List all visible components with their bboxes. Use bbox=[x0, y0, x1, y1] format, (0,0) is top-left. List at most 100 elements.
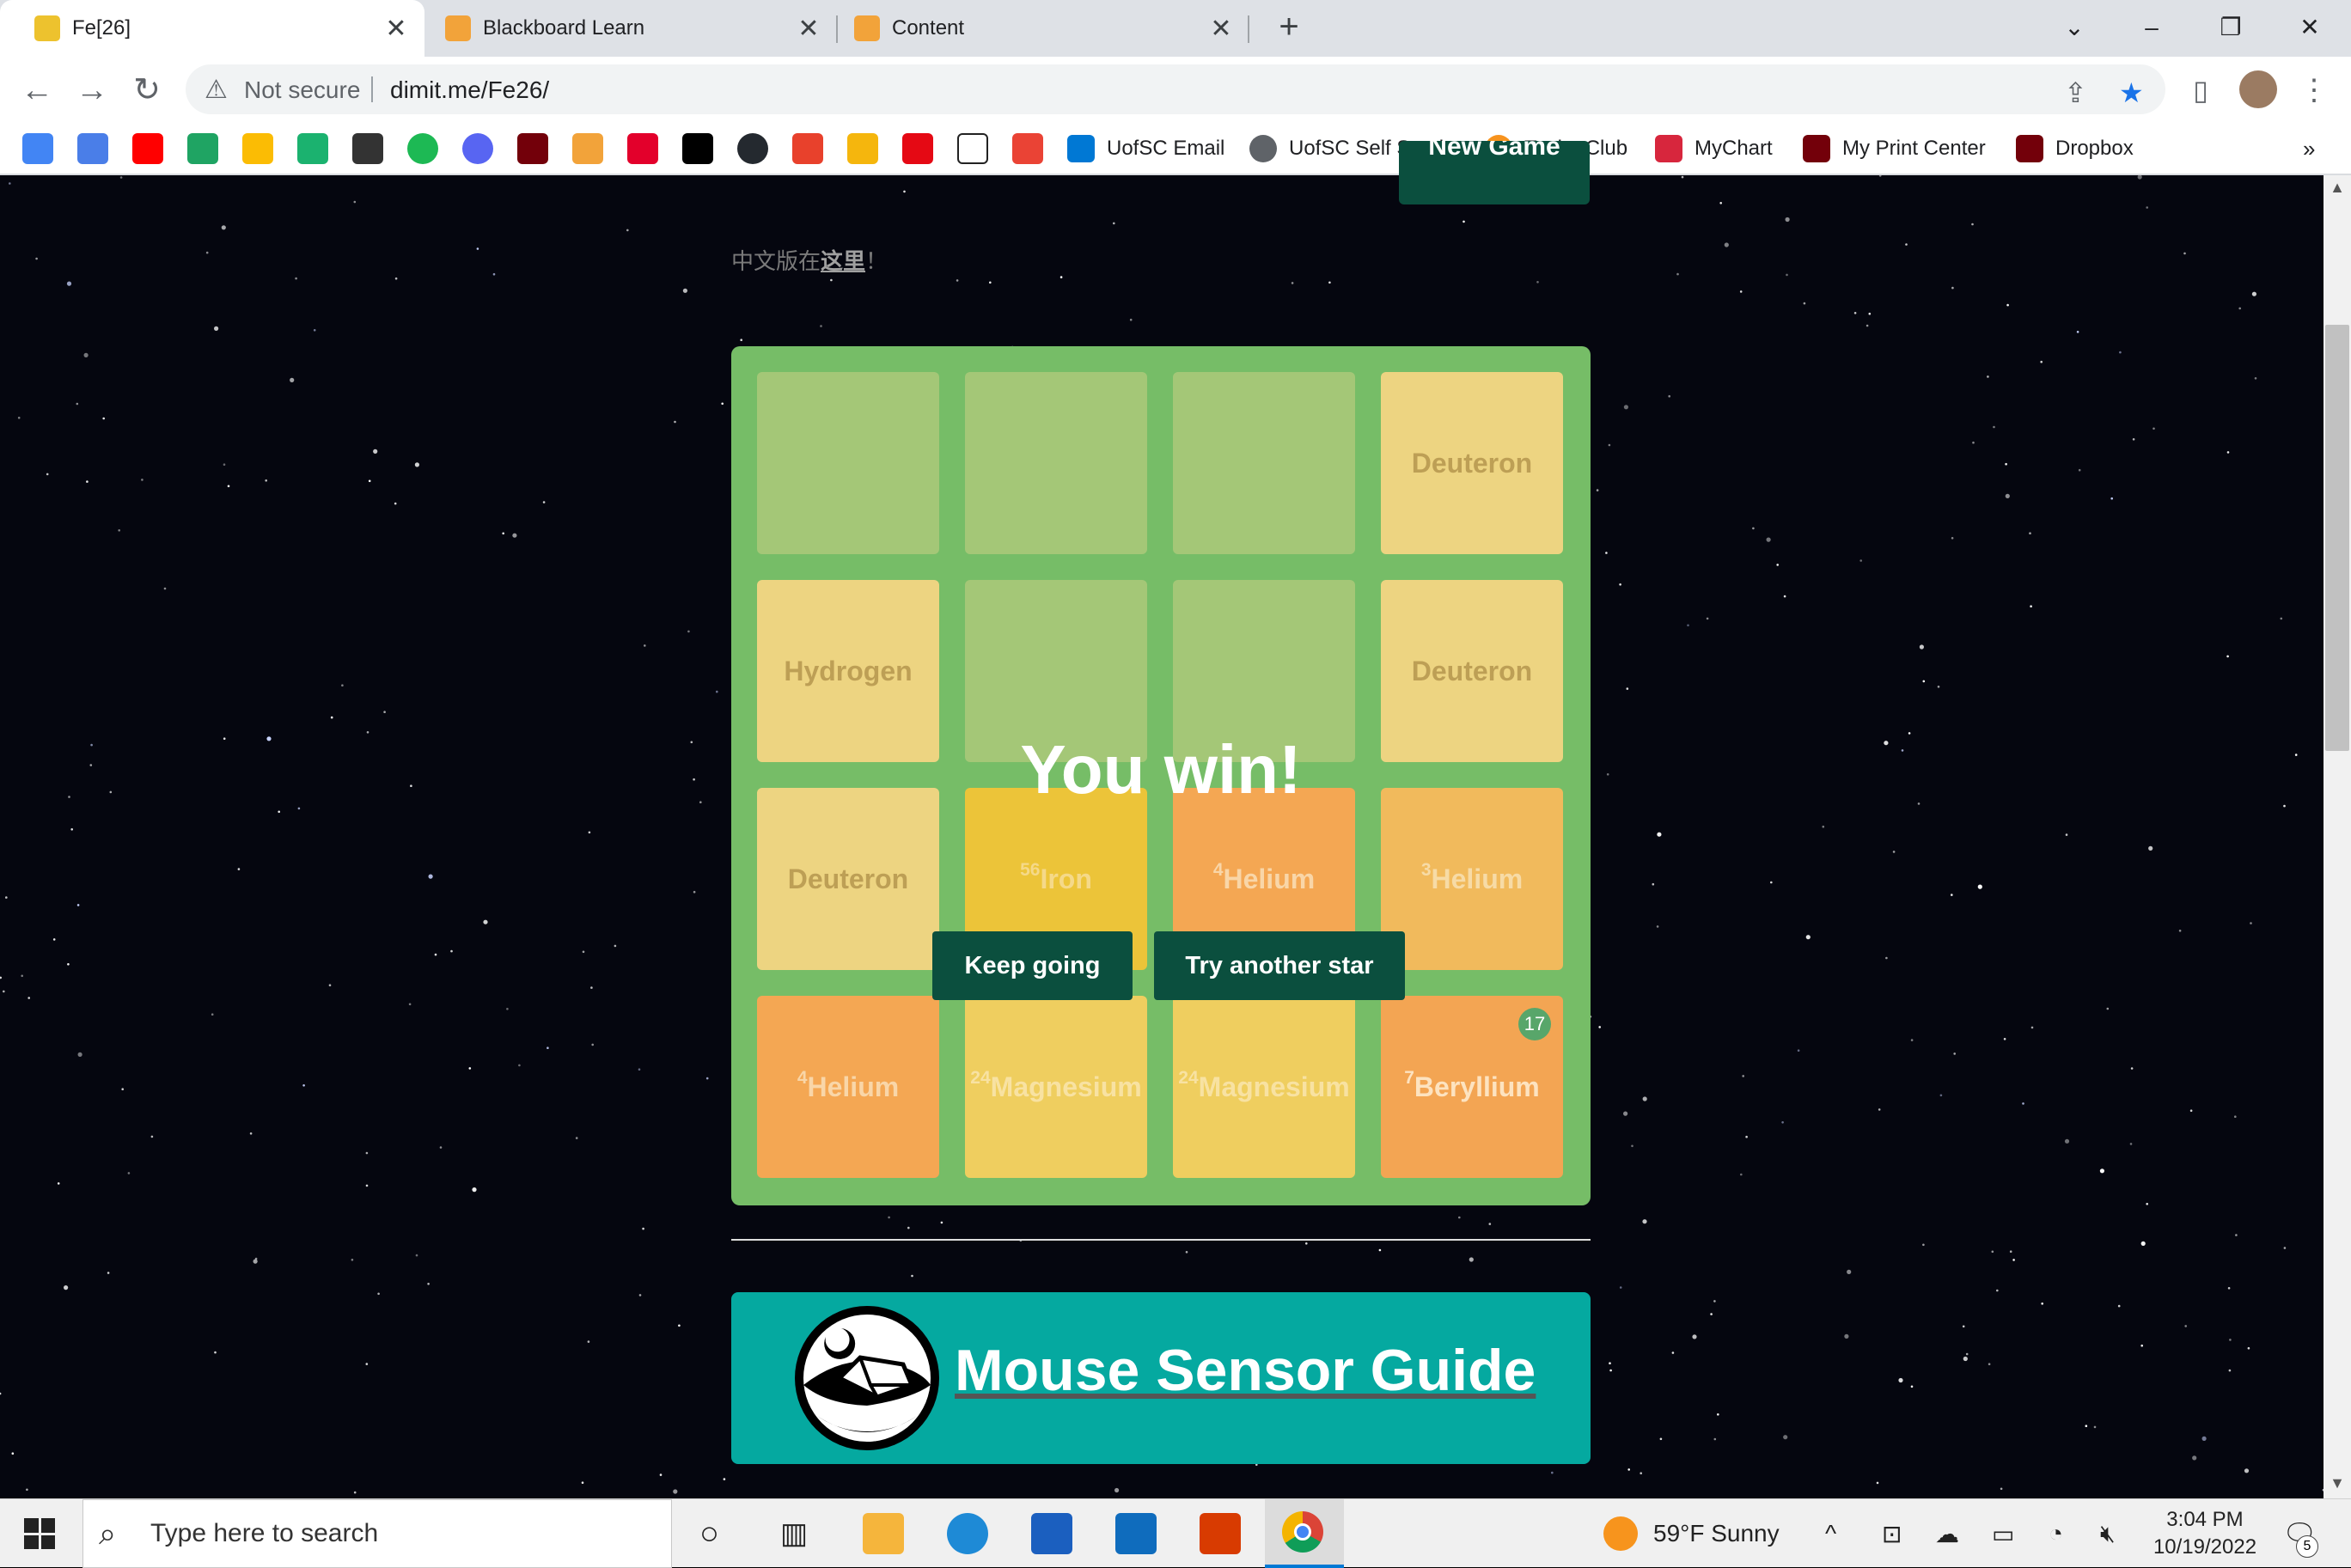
chrome-taskbar-button[interactable] bbox=[1265, 1499, 1344, 1568]
try-another-star-button[interactable]: Try another star bbox=[1154, 931, 1405, 1000]
close-window-icon[interactable]: ✕ bbox=[2284, 5, 2336, 50]
star bbox=[2140, 1344, 2143, 1347]
menu-kebab-icon[interactable]: ⋮ bbox=[2291, 67, 2337, 113]
clock[interactable]: 3:04 PM 10/19/2022 bbox=[2145, 1506, 2265, 1561]
google-drive-icon[interactable] bbox=[187, 133, 218, 164]
wifi-icon[interactable]: ◔ bbox=[2049, 1499, 2063, 1568]
star bbox=[542, 501, 546, 503]
star bbox=[911, 1274, 913, 1278]
star bbox=[353, 1491, 357, 1494]
bookmark-uofsc-email[interactable]: UofSC Email bbox=[1067, 122, 1224, 175]
shield-icon[interactable] bbox=[352, 133, 383, 164]
tile-label: 4Helium bbox=[1213, 860, 1315, 895]
spotify-icon[interactable] bbox=[407, 133, 438, 164]
close-tab-icon[interactable]: ✕ bbox=[1208, 14, 1234, 44]
url-text[interactable]: dimit.me/Fe26/ bbox=[390, 76, 549, 104]
close-tab-icon[interactable]: ✕ bbox=[383, 14, 409, 44]
minimize-icon[interactable]: – bbox=[2126, 5, 2177, 50]
battery-icon[interactable]: ▭ bbox=[1992, 1499, 2014, 1568]
more-bookmarks-icon[interactable]: » bbox=[2303, 122, 2315, 175]
address-bar[interactable]: ⚠ Not secure dimit.me/Fe26/ ⇪ ★ bbox=[186, 64, 2165, 114]
star bbox=[2226, 655, 2229, 658]
security-label[interactable]: Not secure bbox=[244, 76, 360, 104]
tab-fe26[interactable]: Fe[26] ✕ bbox=[0, 0, 424, 57]
keep-going-button[interactable]: Keep going bbox=[932, 931, 1133, 1000]
bookmark-star-icon[interactable]: ★ bbox=[2119, 76, 2144, 109]
weather-sun-icon[interactable] bbox=[1603, 1516, 1638, 1551]
star bbox=[2085, 1425, 2088, 1427]
tab-blackboard[interactable]: Blackboard Learn ✕ bbox=[424, 0, 837, 57]
start-icon[interactable] bbox=[24, 1518, 55, 1549]
star bbox=[223, 463, 226, 466]
bookmark-dropbox[interactable]: Dropbox bbox=[2016, 122, 2134, 175]
star bbox=[1991, 1250, 1994, 1254]
volume-muted-icon[interactable]: 🔇︎ bbox=[2100, 1499, 2116, 1568]
bookmark-icon[interactable] bbox=[792, 133, 823, 164]
bookmark-icon[interactable] bbox=[627, 133, 658, 164]
office-icon[interactable] bbox=[1200, 1513, 1241, 1554]
netflix-icon[interactable] bbox=[902, 133, 933, 164]
cortana-icon[interactable]: ○ bbox=[699, 1499, 719, 1568]
discord-icon[interactable] bbox=[462, 133, 493, 164]
blackboard-icon[interactable] bbox=[572, 133, 603, 164]
bookmark-icon[interactable] bbox=[297, 133, 328, 164]
amazon-icon[interactable] bbox=[957, 133, 988, 164]
scroll-down-icon[interactable]: ▼ bbox=[2327, 1474, 2348, 1492]
onedrive-icon[interactable]: ☁ bbox=[1935, 1499, 1959, 1568]
google-icon[interactable] bbox=[22, 133, 53, 164]
new-game-label: New Game bbox=[1428, 141, 1560, 161]
restore-icon[interactable]: ❐ bbox=[2205, 5, 2256, 50]
chinese-version-link[interactable]: 这里 bbox=[821, 248, 865, 274]
scroll-up-icon[interactable]: ▲ bbox=[2327, 179, 2348, 197]
weather-text[interactable]: 59°F Sunny bbox=[1653, 1499, 1780, 1568]
task-view-icon[interactable]: ▥ bbox=[780, 1499, 808, 1568]
back-icon[interactable]: ← bbox=[14, 67, 60, 113]
star bbox=[2153, 427, 2155, 430]
gmail-icon[interactable] bbox=[1012, 133, 1043, 164]
warning-icon[interactable]: ⚠ bbox=[205, 75, 228, 105]
banner-title[interactable]: Mouse Sensor Guide bbox=[955, 1337, 1536, 1404]
2048-favicon-icon bbox=[34, 15, 60, 41]
youtube-icon[interactable] bbox=[132, 133, 163, 164]
mychart-icon bbox=[1655, 135, 1682, 162]
scrollbar-thumb[interactable] bbox=[2325, 325, 2349, 751]
show-hidden-icons[interactable]: ^ bbox=[1825, 1499, 1836, 1568]
bookmark-mychart[interactable]: MyChart bbox=[1655, 122, 1773, 175]
taskbar-search-box[interactable]: ⌕ Type here to search bbox=[82, 1499, 672, 1568]
bookmarks-bar: UofSC Email UofSC Self Service TypingClu… bbox=[0, 122, 2351, 175]
new-game-button[interactable]: New Game bbox=[1399, 141, 1590, 204]
mouse-sensor-guide-banner[interactable]: Mouse Sensor Guide bbox=[731, 1292, 1591, 1464]
reload-icon[interactable]: ↻ bbox=[124, 67, 170, 113]
tab-content[interactable]: Content ✕ bbox=[839, 0, 1249, 57]
microsoft-store-icon[interactable] bbox=[1031, 1513, 1072, 1554]
star bbox=[254, 1257, 258, 1260]
uofsc-icon[interactable] bbox=[517, 133, 548, 164]
edge-icon[interactable] bbox=[947, 1513, 988, 1554]
empty-cell bbox=[1173, 372, 1355, 554]
notification-icon[interactable]: 🗨︎ bbox=[2282, 1499, 2317, 1568]
profile-avatar[interactable] bbox=[2239, 70, 2277, 108]
close-tab-icon[interactable]: ✕ bbox=[796, 14, 821, 44]
bookmark-icon[interactable] bbox=[77, 133, 108, 164]
bookmark-my-print-center[interactable]: My Print Center bbox=[1803, 122, 1986, 175]
new-tab-icon[interactable]: + bbox=[1268, 7, 1310, 48]
star bbox=[68, 796, 70, 798]
star bbox=[21, 974, 24, 978]
hackerrank-icon[interactable] bbox=[682, 133, 713, 164]
hashtag-icon[interactable] bbox=[847, 133, 878, 164]
tab-search-icon[interactable]: ⌄ bbox=[2049, 5, 2100, 50]
share-icon[interactable]: ⇪ bbox=[2064, 76, 2087, 109]
mail-icon[interactable] bbox=[1115, 1513, 1157, 1554]
side-panel-icon[interactable]: ▯ bbox=[2177, 67, 2224, 113]
tile-element-name: Magnesium bbox=[990, 1071, 1142, 1102]
file-explorer-icon[interactable] bbox=[863, 1513, 904, 1554]
mouse-logo-icon bbox=[795, 1306, 939, 1450]
github-icon[interactable] bbox=[737, 133, 768, 164]
tile-mass-number: 4 bbox=[797, 1067, 808, 1088]
star bbox=[368, 479, 371, 483]
google-photos-icon[interactable] bbox=[242, 133, 273, 164]
meet-now-icon[interactable]: ⊡ bbox=[1882, 1499, 1902, 1568]
star bbox=[687, 630, 690, 633]
forward-icon[interactable]: → bbox=[69, 67, 115, 113]
star bbox=[2228, 1369, 2232, 1372]
